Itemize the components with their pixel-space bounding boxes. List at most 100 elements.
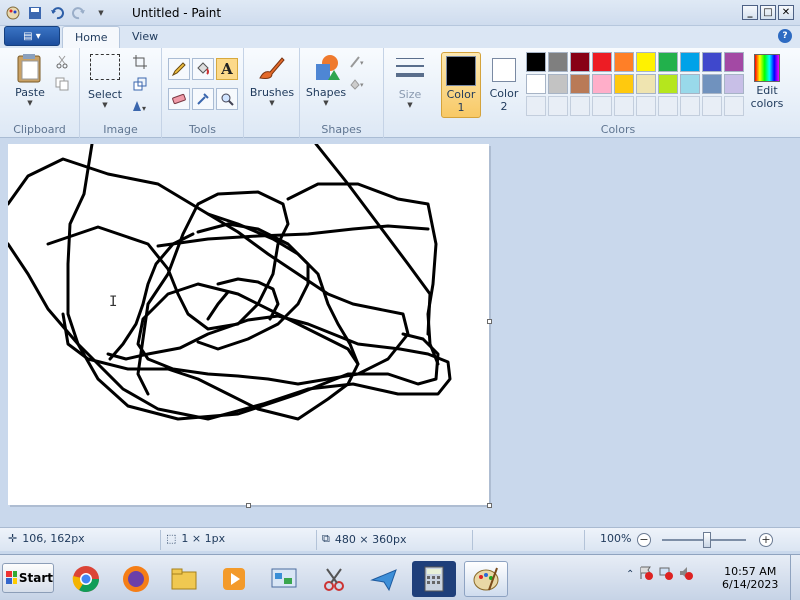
- cut-icon[interactable]: [52, 52, 72, 72]
- palette-color-swatch[interactable]: [570, 74, 590, 94]
- customize-qat-chevron-down-icon[interactable]: ▼: [92, 4, 110, 22]
- svg-text:▾: ▾: [142, 104, 146, 113]
- clock-date: 6/14/2023: [722, 578, 779, 591]
- palette-empty-swatch[interactable]: [548, 96, 568, 116]
- redo-icon[interactable]: [70, 4, 88, 22]
- palette-color-swatch[interactable]: [526, 52, 546, 72]
- color-picker-icon[interactable]: [192, 88, 214, 110]
- close-button[interactable]: ✕: [778, 5, 794, 20]
- chrome-icon[interactable]: [64, 561, 108, 597]
- tab-home[interactable]: Home: [62, 26, 121, 48]
- select-button[interactable]: Select ▼: [86, 54, 124, 109]
- cursor-position: ✛ 106, 162px: [8, 532, 85, 545]
- resize-handle-right[interactable]: [487, 319, 492, 324]
- paint-menu-button[interactable]: ▤ ▾: [4, 26, 60, 46]
- calculator-icon[interactable]: [412, 561, 456, 597]
- flag-icon[interactable]: [638, 565, 654, 584]
- snipping-tool-icon[interactable]: [312, 561, 356, 597]
- edit-colors-button[interactable]: Edit colors: [744, 54, 790, 110]
- zoom-in-button[interactable]: +: [759, 533, 773, 547]
- color2-button[interactable]: Color 2: [484, 52, 524, 118]
- resize-icon[interactable]: [130, 74, 150, 94]
- shapes-button[interactable]: Shapes ▼: [304, 52, 348, 107]
- crosshair-icon: ✛: [8, 532, 18, 545]
- maximize-button[interactable]: □: [760, 5, 776, 20]
- show-hidden-icons-icon[interactable]: ⌃: [626, 569, 634, 580]
- brushes-label: Brushes: [249, 86, 295, 99]
- palette-empty-swatch[interactable]: [592, 96, 612, 116]
- resize-handle-corner[interactable]: [487, 503, 492, 508]
- windows-logo-icon: [6, 571, 17, 584]
- pencil-icon[interactable]: [168, 58, 190, 80]
- volume-icon[interactable]: [678, 565, 694, 584]
- help-icon[interactable]: ?: [778, 29, 792, 43]
- zoom-slider-thumb[interactable]: [703, 532, 711, 548]
- minimize-button[interactable]: _: [742, 5, 758, 20]
- palette-color-swatch[interactable]: [592, 52, 612, 72]
- palette-empty-swatch[interactable]: [680, 96, 700, 116]
- select-label: Select: [88, 88, 122, 101]
- palette-color-swatch[interactable]: [548, 74, 568, 94]
- show-desktop-button[interactable]: [790, 555, 800, 600]
- drawing-canvas[interactable]: I: [6, 142, 489, 505]
- zoom-out-button[interactable]: −: [637, 533, 651, 547]
- palette-empty-swatch[interactable]: [526, 96, 546, 116]
- selection-icon: ⬚: [166, 532, 177, 545]
- palette-color-swatch[interactable]: [680, 52, 700, 72]
- network-icon[interactable]: [658, 565, 674, 584]
- outline-icon[interactable]: ▾: [348, 52, 368, 72]
- brushes-button[interactable]: Brushes ▼: [248, 52, 296, 107]
- magnifier-icon[interactable]: [216, 88, 238, 110]
- palette-color-swatch[interactable]: [680, 74, 700, 94]
- paste-label: Paste: [15, 86, 45, 99]
- palette-empty-swatch[interactable]: [614, 96, 634, 116]
- palette-color-swatch[interactable]: [526, 74, 546, 94]
- paint-app-icon[interactable]: [4, 4, 22, 22]
- palette-color-swatch[interactable]: [658, 52, 678, 72]
- resize-handle-bottom[interactable]: [246, 503, 251, 508]
- palette-color-swatch[interactable]: [570, 52, 590, 72]
- palette-color-swatch[interactable]: [548, 52, 568, 72]
- paint-icon[interactable]: [464, 561, 508, 597]
- file-explorer-icon[interactable]: [162, 561, 206, 597]
- control-panel-icon[interactable]: [262, 561, 306, 597]
- palette-color-swatch[interactable]: [658, 74, 678, 94]
- palette-empty-swatch[interactable]: [702, 96, 722, 116]
- fill-bucket-icon[interactable]: [192, 58, 214, 80]
- palette-empty-swatch[interactable]: [724, 96, 744, 116]
- palette-color-swatch[interactable]: [636, 52, 656, 72]
- ibeam-cursor-icon: I: [109, 294, 118, 310]
- palette-color-swatch[interactable]: [614, 74, 634, 94]
- start-button[interactable]: Start: [2, 563, 54, 593]
- palette-color-swatch[interactable]: [702, 52, 722, 72]
- size-button[interactable]: Size ▼: [390, 54, 430, 109]
- rotate-icon[interactable]: ▾: [130, 96, 150, 116]
- media-player-icon[interactable]: [212, 561, 256, 597]
- palette-color-swatch[interactable]: [724, 74, 744, 94]
- color1-button[interactable]: Color 1: [441, 52, 481, 118]
- firefox-icon[interactable]: [114, 561, 158, 597]
- quick-access-toolbar: ▼: [4, 4, 110, 22]
- select-icon: [90, 54, 120, 80]
- palette-color-swatch[interactable]: [636, 74, 656, 94]
- crop-icon[interactable]: [130, 52, 150, 72]
- copy-icon[interactable]: [52, 74, 72, 94]
- paste-button[interactable]: Paste ▼: [10, 52, 50, 107]
- palette-empty-swatch[interactable]: [658, 96, 678, 116]
- fill-icon[interactable]: ▾: [348, 74, 368, 94]
- palette-color-swatch[interactable]: [724, 52, 744, 72]
- palette-empty-swatch[interactable]: [570, 96, 590, 116]
- tab-view[interactable]: View: [120, 26, 170, 48]
- text-tool-icon[interactable]: A: [216, 58, 238, 80]
- palette-color-swatch[interactable]: [592, 74, 612, 94]
- send-icon[interactable]: [362, 561, 406, 597]
- palette-color-swatch[interactable]: [702, 74, 722, 94]
- eraser-icon[interactable]: [168, 88, 190, 110]
- system-clock[interactable]: 10:57 AM 6/14/2023: [722, 565, 778, 591]
- palette-color-swatch[interactable]: [614, 52, 634, 72]
- undo-icon[interactable]: [48, 4, 66, 22]
- palette-empty-swatch[interactable]: [636, 96, 656, 116]
- brushes-group: Brushes ▼: [244, 48, 300, 138]
- save-icon[interactable]: [26, 4, 44, 22]
- image-group: Select ▼ ▾ Image: [80, 48, 162, 138]
